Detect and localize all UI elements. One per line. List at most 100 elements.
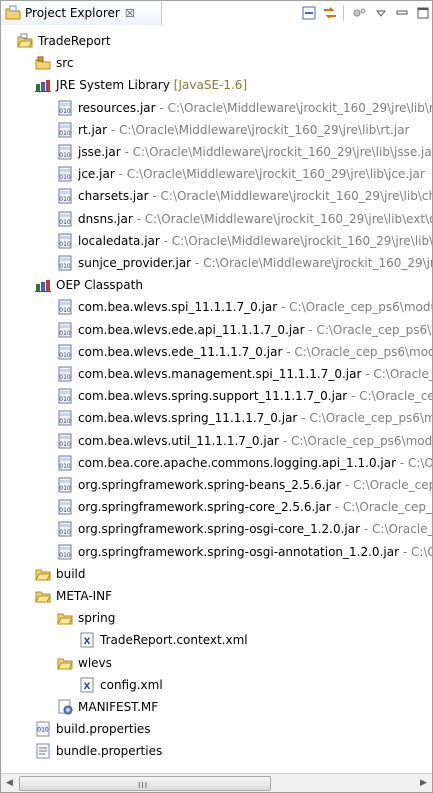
tree-item-build[interactable]: build (35, 564, 86, 584)
tree-item-jar[interactable]: 010 com.bea.wlevs.ede.api_11.1.1.7_0.jar … (57, 320, 432, 340)
scrollbar-thumb[interactable]: III (19, 776, 271, 791)
svg-text:010: 010 (59, 130, 71, 137)
tree-item-label: localedata.jar (78, 233, 160, 248)
svg-text:010: 010 (59, 485, 71, 492)
tree-item-jar[interactable]: 010 org.springframework.spring-osgi-core_… (57, 519, 432, 539)
tree-item-bundle-properties[interactable]: bundle.properties (35, 741, 162, 761)
scroll-right-arrow-icon[interactable]: ▶ (415, 774, 432, 792)
tree-item-separator: - (132, 211, 145, 226)
scroll-left-arrow-icon[interactable]: ◀ (1, 774, 18, 792)
tree-item-jar[interactable]: 010 resources.jar - C:\Oracle\Middleware\… (57, 98, 432, 118)
tree-item-label: config.xml (100, 677, 163, 692)
focus-on-active-task-icon[interactable] (351, 4, 369, 22)
collapse-all-icon[interactable] (300, 4, 318, 22)
tree-item-separator: - (114, 167, 127, 182)
tree-item-path: C:\Oracle\Middleware\jrockit_160_29\jre\… (203, 256, 432, 270)
tree-item-label: com.bea.wlevs.spring_11.1.1.7_0.jar (78, 411, 298, 426)
svg-text:010: 010 (59, 418, 71, 425)
properties-file-icon: 010 (35, 721, 51, 737)
tree-item-jar[interactable]: 010 com.bea.wlevs.spi_11.1.1.7_0.jar - C:… (57, 297, 432, 317)
horizontal-scrollbar[interactable]: ◀ III ▶ (1, 773, 432, 792)
view-toolbar (297, 1, 432, 25)
tree-item-decoration: [JavaSE-1.6] (173, 78, 248, 93)
jar-icon: 010 (57, 344, 73, 360)
folder-icon (35, 588, 51, 604)
source-folder-icon (35, 55, 51, 71)
svg-text:010: 010 (37, 727, 49, 734)
tree-item-src[interactable]: src (35, 53, 74, 73)
tree-item-jar[interactable]: 010 org.springframework.spring-core_2.5.6… (57, 497, 432, 517)
tree-item-jar[interactable]: 010 org.springframework.spring-beans_2.5.… (57, 475, 432, 495)
folder-icon (57, 655, 73, 671)
view-menu-icon[interactable] (372, 4, 390, 22)
tree-item-project[interactable]: TradeReport (17, 31, 111, 51)
tree-item-separator: - (297, 411, 310, 426)
tree-item-jar[interactable]: 010 com.bea.wlevs.spring_11.1.1.7_0.jar -… (57, 408, 432, 428)
jar-icon: 010 (57, 144, 73, 160)
svg-text:010: 010 (59, 441, 71, 448)
tree-item-jar[interactable]: 010 charsets.jar - C:\Oracle\Middleware\j… (57, 186, 432, 206)
svg-text:010: 010 (59, 396, 71, 403)
tree-item-separator: - (120, 145, 133, 159)
tree-item-jar[interactable]: 010 com.bea.wlevs.util_11.1.1.7_0.jar - C… (57, 431, 432, 451)
tree-item-meta-inf[interactable]: META-INF (35, 586, 112, 606)
tree-item-jar[interactable]: 010 jsse.jar - C:\Oracle\Middleware\jrock… (57, 142, 432, 162)
tree-item-label: TradeReport (38, 34, 111, 48)
tree-item-path: C:\Oracle_cep_ps6\modules (342, 500, 432, 515)
tree-item-jar[interactable]: 010 com.bea.wlevs.ede_11.1.1.7_0.jar - C:… (57, 342, 432, 362)
svg-text:010: 010 (59, 196, 71, 203)
tree-item-spring[interactable]: spring (57, 608, 115, 628)
tree-item-separator: - (396, 455, 408, 470)
tree-item-label: resources.jar (78, 100, 156, 115)
folder-icon (35, 566, 51, 582)
tree-item-jar[interactable]: 010 org.springframework.spring-osgi-annot… (57, 542, 432, 562)
jar-icon: 010 (57, 544, 73, 560)
tree-item-config-xml[interactable]: Xconfig.xml (79, 675, 163, 695)
tree-item-label: com.bea.wlevs.util_11.1.1.7_0.jar (78, 433, 279, 448)
tree-item-jar[interactable]: 010 com.bea.wlevs.management.spi_11.1.1.7… (57, 364, 432, 384)
tree-item-wlevs[interactable]: wlevs (57, 653, 112, 673)
toolbar-separator (343, 5, 344, 21)
minimize-icon[interactable] (393, 4, 411, 22)
close-tab-icon[interactable]: ☒ (125, 7, 135, 20)
tree-item-label: jce.jar (78, 167, 115, 182)
tree-item-label: MANIFEST.MF (78, 700, 159, 714)
tree-item-separator: - (107, 122, 120, 137)
folder-icon (57, 610, 73, 626)
tree-item-path: C:\Oracle_cep_ps6\modules (290, 433, 432, 448)
svg-text:010: 010 (59, 108, 71, 115)
tree-item-jar[interactable]: 010 jce.jar - C:\Oracle\Middleware\jrocki… (57, 164, 425, 184)
tree-item-path: C:\Oracle_cep_ps6\modules (410, 544, 432, 559)
tree-item-jar[interactable]: 010 com.bea.wlevs.spring.support_11.1.1.7… (57, 386, 432, 406)
jar-icon: 010 (57, 455, 73, 471)
tree-item-context-xml[interactable]: X TradeReport.context.xml (79, 630, 248, 650)
tree-item-oep-classpath[interactable]: OEP Classpath (35, 275, 143, 295)
tree-item-jar[interactable]: 010 localedata.jar - C:\Oracle\Middleware… (57, 231, 432, 251)
project-folder-icon (17, 33, 33, 49)
manifest-file-icon (57, 699, 73, 715)
tree-item-jar[interactable]: 010 sunjce_provider.jar - C:\Oracle\Middl… (57, 253, 432, 273)
view-header: Project Explorer ☒ (1, 1, 432, 25)
tree-item-manifest[interactable]: MANIFEST.MF (57, 697, 158, 717)
tab-project-explorer[interactable]: Project Explorer ☒ (1, 1, 162, 25)
tree-item-jar[interactable]: 010 dnsns.jar - C:\Oracle\Middleware\jroc… (57, 209, 432, 229)
maximize-icon[interactable] (414, 4, 432, 22)
scrollbar-grip: III (138, 781, 149, 790)
tree-item-path: C:\Oracle_cep_ps6\modules (359, 389, 432, 404)
tree-item-separator: - (341, 478, 354, 492)
tree-item-path: C:\Oracle\Middleware\jrockit_160_29\jre\… (132, 145, 432, 159)
link-with-editor-icon[interactable] (321, 4, 339, 22)
tree-item-build-properties[interactable]: 010 build.properties (35, 719, 151, 739)
project-explorer-view: Project Explorer ☒ TradeReport src JRE S… (0, 0, 433, 793)
svg-text:010: 010 (59, 463, 71, 470)
svg-text:010: 010 (59, 307, 71, 314)
tree-item-path: C:\Oracle\Middleware\jrockit_160_29\jre\… (171, 233, 432, 248)
tree-item-jar[interactable]: 010 rt.jar - C:\Oracle\Middleware\jrockit… (57, 120, 409, 140)
tree-item-label: org.springframework.spring-core_2.5.6.ja… (78, 500, 331, 515)
tree-item-separator: - (360, 522, 373, 537)
tree-item-label: OEP Classpath (56, 278, 143, 293)
tree-item-label: rt.jar (78, 122, 108, 137)
tree-item-jre-library[interactable]: JRE System Library [JavaSE-1.6] (35, 75, 247, 95)
tree-item-label: jsse.jar (78, 145, 121, 159)
tree-item-jar[interactable]: 010 com.bea.core.apache.commons.logging.a… (57, 453, 432, 473)
